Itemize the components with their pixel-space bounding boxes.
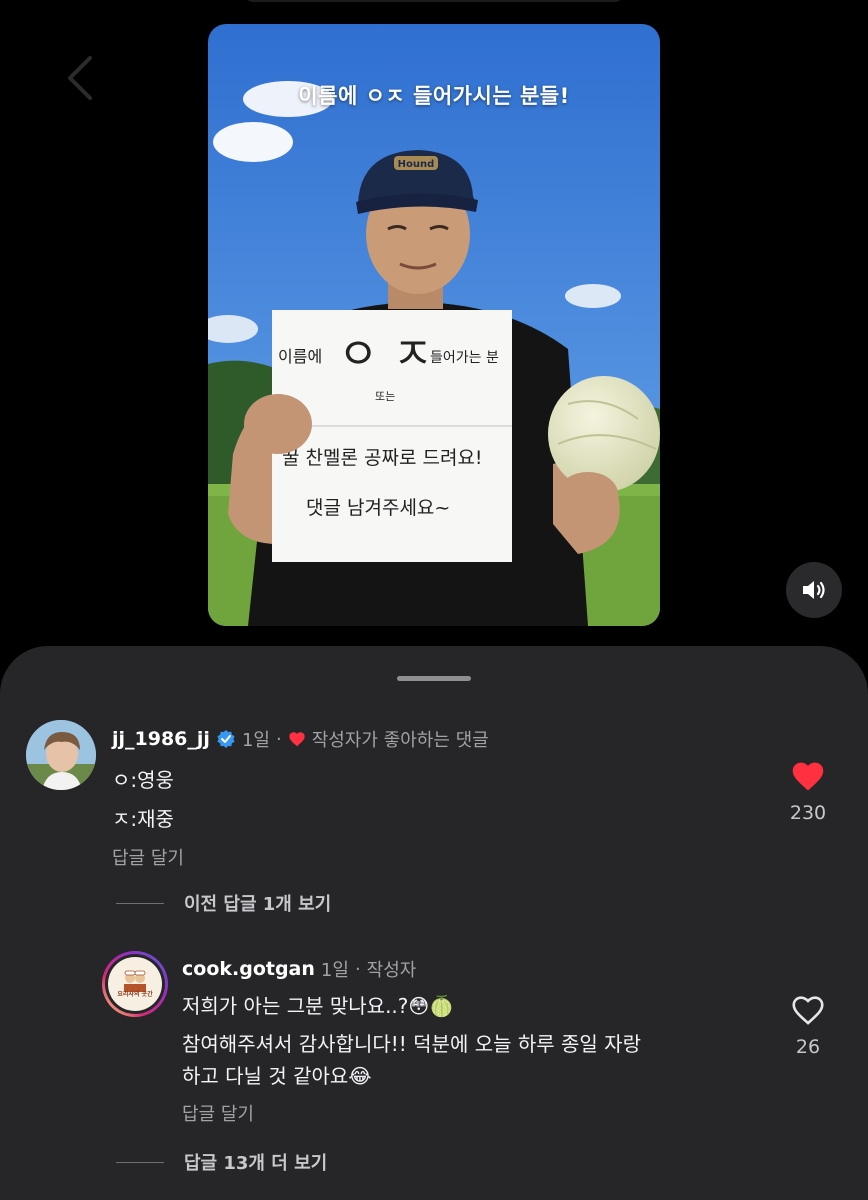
sign-big: ㅇ ㅈ: [338, 329, 433, 380]
reply-line-2: 참여해주셔서 감사합니다!! 덕분에 오늘 하루 종일 자랑: [182, 1032, 641, 1056]
reply-line-3: 하고 다닐 것 같아요😂: [182, 1064, 372, 1088]
sheet-grabber[interactable]: [397, 676, 471, 681]
speaker-icon: [803, 581, 825, 599]
author-label: 작성자: [366, 960, 417, 981]
reply-button[interactable]: 답글 달기: [112, 844, 184, 870]
comment-username[interactable]: jj_1986_jj: [112, 728, 210, 750]
divider-line: [116, 902, 164, 904]
sign-line2: 꿀 찬멜론 공짜로 드려요!: [282, 447, 483, 469]
top-notch: [245, 0, 623, 2]
view-previous-replies-button[interactable]: 이전 답글 1개 보기: [116, 890, 331, 916]
sound-toggle-button[interactable]: [786, 562, 842, 618]
reply-avatar-text: 요리사의 곳간: [117, 991, 153, 998]
meta-separator: ·: [275, 728, 282, 750]
avatar-image: [26, 720, 96, 790]
reply-meta: cook.gotgan 1일 · 작성자: [182, 956, 416, 982]
reply-like-button[interactable]: 26: [778, 994, 838, 1058]
cap-logo: Hound: [398, 159, 435, 170]
view-more-replies-label: 답글 13개 더 보기: [184, 1153, 328, 1174]
video-caption: 이름에 ㅇㅈ 들어가시는 분들!: [298, 84, 570, 108]
avatar[interactable]: [26, 720, 96, 790]
reply-line-1: 저희가 아는 그분 맞나요..?😳🍈: [182, 994, 455, 1018]
like-button[interactable]: 230: [778, 760, 838, 824]
meta-separator: ·: [354, 958, 361, 980]
heart-outline-icon: [792, 996, 824, 1025]
heart-filled-icon: [792, 762, 824, 791]
reply-button[interactable]: 답글 달기: [182, 1100, 254, 1126]
chef-icon: [124, 970, 146, 992]
sign-line1: 이름에: [278, 347, 322, 366]
comments-sheet: jj_1986_jj 1일 · 작성자가 좋아하는 댓글 ㅇ:영웅 ㅈ:재중 답…: [0, 646, 868, 1200]
sign-small: 또는: [375, 390, 395, 403]
sign-line1-end: 들어가는 분: [430, 350, 499, 366]
reply-avatar[interactable]: 요리사의 곳간: [102, 951, 168, 1017]
reply-username[interactable]: cook.gotgan: [182, 958, 315, 980]
creator-heart-icon: [288, 731, 306, 747]
reply-age: 1일: [320, 960, 349, 981]
verified-badge-icon: [216, 729, 236, 749]
divider-line: [116, 1161, 164, 1163]
comment-line-1: ㅇ:영웅: [112, 768, 174, 792]
video-frame-image: Hound 이름에 ㅇ ㅈ 들어가는 분 또는 꿀 찬멜론 공짜로 드려요! 댓…: [208, 24, 660, 626]
reply-like-count: 26: [795, 1036, 821, 1058]
comment-age: 1일: [241, 730, 270, 751]
comment-line-2: ㅈ:재중: [112, 807, 174, 831]
view-more-replies-button[interactable]: 답글 13개 더 보기: [116, 1149, 327, 1175]
back-chevron-icon[interactable]: [62, 52, 98, 104]
view-previous-replies-label: 이전 답글 1개 보기: [184, 894, 332, 915]
like-count: 230: [789, 802, 827, 824]
reply-avatar-logo: 요리사의 곳간: [108, 957, 162, 1011]
sign-line3: 댓글 남겨주세요~: [306, 497, 450, 519]
creator-liked-label: 작성자가 좋아하는 댓글: [311, 730, 489, 751]
video-player[interactable]: Hound 이름에 ㅇ ㅈ 들어가는 분 또는 꿀 찬멜론 공짜로 드려요! 댓…: [208, 24, 660, 626]
comment-meta: jj_1986_jj 1일 · 작성자가 좋아하는 댓글: [112, 726, 489, 752]
